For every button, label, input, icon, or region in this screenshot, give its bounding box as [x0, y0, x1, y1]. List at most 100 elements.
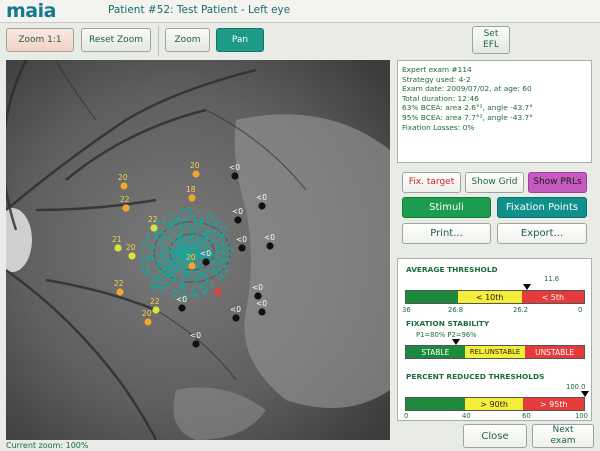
rel-unstable-segment: REL.UNSTABLE — [464, 346, 526, 358]
average-threshold-title: AVERAGE THRESHOLD — [406, 265, 498, 274]
maia-logo: maia — [6, 0, 56, 22]
threshold-tick-0: 0 — [578, 306, 583, 314]
show-grid-button[interactable]: Show Grid — [465, 172, 524, 193]
stable-segment: STABLE — [406, 346, 465, 358]
stimulus-value: 8 — [212, 279, 217, 288]
exam-number: Expert exam #114 — [402, 65, 472, 74]
zoom-1-1-button[interactable]: Zoom 1:1 — [6, 28, 74, 52]
unstable-segment: UNSTABLE — [525, 346, 584, 358]
stimulus-dot — [238, 244, 246, 252]
stimuli-overlay: 20 20 <0 22 18 <0 22 <0 21 20 <0 <0 <0 20 8 <0 22 <0 <0 <0 <… — [112, 161, 275, 348]
fixation-losses: Fixation Losses: 0% — [402, 122, 475, 132]
stimulus-value: <0 — [256, 193, 267, 202]
set-efl-line1: Set — [483, 29, 499, 39]
threshold-tick-26-2: 26.2 — [513, 306, 529, 314]
stimulus-point: 22 — [120, 195, 130, 212]
export-button[interactable]: Export... — [497, 223, 587, 244]
set-efl-button[interactable]: Set EFL — [472, 26, 510, 54]
stimulus-point: <0 — [236, 235, 247, 252]
stimulus-dot — [152, 306, 160, 314]
stimulus-point: <0 — [256, 193, 267, 210]
stimulus-value: 20 — [190, 161, 200, 170]
bcea-63: 63% BCEA: area 2.6°², angle -43.7° — [402, 103, 533, 113]
fixation-stability-title: FIXATION STABILITY — [406, 319, 490, 328]
exam-date: Exam date: 2009/07/02, at age: 60 — [402, 84, 532, 94]
stimulus-value: 22 — [114, 279, 124, 288]
stimulus-dot — [188, 194, 196, 202]
stimuli-button[interactable]: Stimuli — [402, 197, 491, 218]
stimulus-value: 20 — [126, 243, 136, 252]
threshold-10th-segment: < 10th — [457, 291, 522, 303]
stimulus-value: 22 — [120, 195, 130, 204]
average-threshold-value: 11.6 — [544, 275, 560, 283]
stimulus-point: <0 — [256, 299, 267, 316]
stimulus-dot — [150, 224, 158, 232]
stimulus-value: <0 — [230, 305, 241, 314]
average-threshold-bar: < 10th < 5th — [405, 290, 585, 304]
percent-reduced-title: PERCENT REDUCED THRESHOLDS — [406, 372, 545, 381]
stimulus-value: 21 — [112, 235, 122, 244]
stimulus-dot — [144, 318, 152, 326]
stimulus-value: 20 — [118, 173, 128, 182]
reduced-tick-0: 0 — [404, 412, 409, 420]
next-exam-line1: Next — [552, 425, 574, 435]
show-prls-button[interactable]: Show PRLs — [528, 172, 587, 193]
next-exam-button[interactable]: Next exam — [532, 424, 594, 448]
next-exam-line2: exam — [550, 436, 576, 446]
stimulus-value: 22 — [150, 297, 160, 306]
stimulus-point: <0 — [232, 207, 243, 224]
strategy-used: Strategy used: 4-2 — [402, 74, 471, 84]
percent-reduced-value: 100.0 — [566, 383, 586, 391]
stimulus-point: 20 — [126, 243, 136, 260]
stimulus-dot — [128, 252, 136, 260]
stimulus-dot — [266, 242, 274, 250]
stimulus-point: 22 — [148, 215, 158, 232]
current-zoom-status: Current zoom: 100% — [6, 441, 89, 450]
zoom-button[interactable]: Zoom — [165, 28, 210, 52]
reset-zoom-button[interactable]: Reset Zoom — [81, 28, 151, 52]
stimulus-dot — [178, 304, 186, 312]
results-panel: AVERAGE THRESHOLD 11.6 < 10th < 5th 36 2… — [397, 258, 592, 421]
stimulus-point: <0 — [252, 283, 263, 300]
stimulus-point: <0 — [176, 295, 187, 312]
stimulus-value: <0 — [232, 207, 243, 216]
stimulus-point: <0 — [229, 163, 240, 180]
stimulus-value: <0 — [190, 331, 201, 340]
stimulus-dot — [122, 204, 130, 212]
reduced-tick-40: 40 — [462, 412, 471, 420]
bcea-95: 95% BCEA: area 7.7°², angle -43.7° — [402, 112, 533, 122]
stimulus-dot — [188, 262, 196, 270]
stimulus-point: 20 — [142, 309, 152, 326]
stimulus-dot — [231, 172, 239, 180]
exam-info-panel: Expert exam #114 Strategy used: 4-2 Exam… — [397, 60, 592, 163]
stimulus-value: <0 — [236, 235, 247, 244]
fix-target-button[interactable]: Fix. target — [402, 172, 461, 193]
reduced-90th-segment: > 90th — [464, 398, 524, 410]
print-button[interactable]: Print... — [402, 223, 491, 244]
threshold-tick-26-8: 26.8 — [448, 306, 464, 314]
stimulus-value: 20 — [186, 253, 196, 262]
stimulus-dot — [202, 258, 210, 266]
fixation-points-button[interactable]: Fixation Points — [497, 197, 587, 218]
reduced-95th-segment: > 95th — [523, 398, 584, 410]
stimulus-point: <0 — [264, 233, 275, 250]
stimulus-point: 20 — [186, 253, 196, 270]
threshold-tick-36: 36 — [402, 306, 411, 314]
stimulus-dot — [258, 308, 266, 316]
stimulus-point: 18 — [186, 185, 196, 202]
close-button[interactable]: Close — [463, 424, 527, 448]
stimulus-point: 8 — [212, 279, 222, 296]
window-title: Patient #52: Test Patient - Left eye — [108, 4, 291, 16]
reduced-tick-60: 60 — [522, 412, 531, 420]
reduced-normal-segment — [406, 398, 465, 410]
set-efl-line2: EFL — [483, 40, 499, 50]
stimulus-point: <0 — [190, 331, 201, 348]
pan-button[interactable]: Pan — [216, 28, 264, 52]
stimulus-value: <0 — [256, 299, 267, 308]
fundus-viewer[interactable]: 20 20 <0 22 18 <0 22 <0 21 20 <0 <0 <0 20 8 <0 22 <0 <0 <0 <… — [6, 60, 390, 440]
stimulus-dot — [234, 216, 242, 224]
stimulus-dot — [192, 170, 200, 178]
stimulus-dot — [116, 288, 124, 296]
percent-reduced-bar: > 90th > 95th — [405, 397, 585, 411]
stimulus-value: <0 — [264, 233, 275, 242]
